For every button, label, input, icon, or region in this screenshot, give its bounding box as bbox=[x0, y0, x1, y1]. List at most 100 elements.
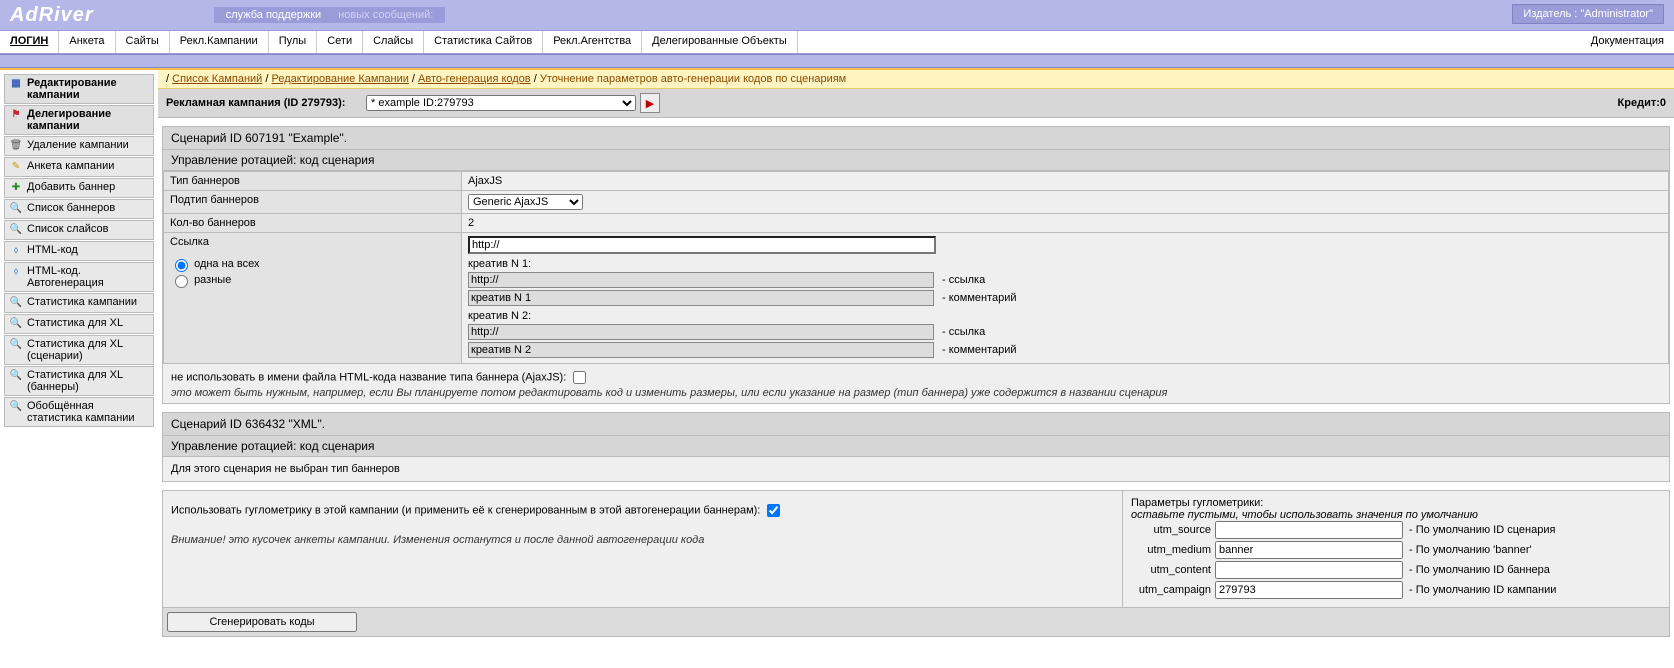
sidebar-item[interactable]: 🔍Статистика для XL bbox=[4, 314, 154, 334]
banner-subtype-select[interactable]: Generic AjaxJS bbox=[468, 194, 583, 210]
sidebar-label: Добавить баннер bbox=[27, 181, 115, 193]
link-one-radio[interactable] bbox=[175, 259, 188, 272]
sidebar-icon: 🔍 bbox=[9, 369, 23, 383]
scenario-2-subtitle: Управление ротацией: код сценария bbox=[163, 436, 1669, 457]
sidebar-item[interactable]: 🗑 Удаление кампании bbox=[4, 136, 154, 156]
campaign-header: Рекламная кампания (ID 279793): * exampl… bbox=[158, 89, 1674, 118]
menu-item[interactable]: Сети bbox=[317, 31, 363, 53]
banner-count-label: Кол-во баннеров bbox=[164, 214, 462, 233]
generate-bar: Сгенерировать коды bbox=[162, 608, 1670, 637]
campaign-select[interactable]: * example ID:279793 bbox=[366, 95, 636, 111]
link-inputs-cell: креатив N 1: - ссылка - комментарий креа… bbox=[462, 233, 1669, 364]
top-bar: AdRiver служба поддержки новых сообщений… bbox=[0, 0, 1674, 30]
menu-item[interactable]: Пулы bbox=[269, 31, 318, 53]
sidebar-item[interactable]: ⬨ HTML-код bbox=[4, 241, 154, 261]
gm-row-label: utm_source bbox=[1131, 524, 1211, 536]
sidebar-icon: 🔍 bbox=[9, 338, 23, 352]
gm-row-input[interactable] bbox=[1215, 521, 1403, 539]
crumb-campaign-list[interactable]: Список Кампаний bbox=[172, 73, 262, 85]
gm-use-checkbox[interactable] bbox=[767, 504, 780, 517]
go-button[interactable]: ▶ bbox=[640, 93, 660, 113]
sidebar-item[interactable]: ⬨HTML-код. Автогенерация bbox=[4, 262, 154, 292]
link-diff-radio-label[interactable]: разные bbox=[170, 274, 231, 286]
banner-type-value: AjaxJS bbox=[462, 172, 1669, 191]
menu-item[interactable]: Сайты bbox=[116, 31, 170, 53]
sidebar-label: HTML-код. Автогенерация bbox=[27, 265, 149, 289]
main-url-input[interactable] bbox=[468, 236, 936, 254]
gm-row-hint: - По умолчанию 'banner' bbox=[1409, 544, 1532, 556]
scenario-1-table: Тип баннеров AjaxJS Подтип баннеров Gene… bbox=[163, 171, 1669, 364]
sidebar-icon: ⬨ bbox=[9, 244, 23, 258]
menu-item[interactable]: Анкета bbox=[59, 31, 115, 53]
scenario-1-subtitle: Управление ротацией: код сценария bbox=[163, 150, 1669, 171]
gm-row: utm_source - По умолчанию ID сценария bbox=[1131, 521, 1661, 539]
omit-type-checkbox[interactable] bbox=[573, 371, 586, 384]
link-one-radio-label[interactable]: одна на всех bbox=[170, 258, 259, 270]
publisher-box[interactable]: Издатель : "Administrator" bbox=[1512, 4, 1664, 24]
sidebar-label: Список баннеров bbox=[27, 202, 115, 214]
gm-warning: Внимание! это кусочек анкеты кампании. И… bbox=[171, 534, 704, 546]
scenario-2-block: Сценарий ID 636432 "XML". Управление рот… bbox=[162, 412, 1670, 482]
menu-item-docs[interactable]: Документация bbox=[1581, 31, 1674, 53]
generate-button[interactable]: Сгенерировать коды bbox=[167, 612, 357, 632]
sidebar-label: HTML-код bbox=[27, 244, 78, 256]
creative-2-comment-input[interactable] bbox=[468, 342, 934, 358]
sidebar-label: Удаление кампании bbox=[27, 139, 129, 151]
sidebar-label: Статистика для XL (баннеры) bbox=[27, 369, 149, 393]
gm-row-hint: - По умолчанию ID сценария bbox=[1409, 524, 1555, 536]
sidebar-item[interactable]: 🔍Список баннеров bbox=[4, 199, 154, 219]
logo: AdRiver bbox=[10, 4, 94, 27]
sidebar-item[interactable]: ✎ Анкета кампании bbox=[4, 157, 154, 177]
gm-row-label: utm_content bbox=[1131, 564, 1211, 576]
sidebar-item[interactable]: 🔍Обобщённая статистика кампании bbox=[4, 397, 154, 427]
scenario-1-footer: не использовать в имени файла HTML-кода … bbox=[163, 364, 1669, 403]
menu-item[interactable]: Рекл.Агентства bbox=[543, 31, 642, 53]
sidebar-icon: 🗑 bbox=[9, 139, 23, 153]
sidebar-item[interactable]: ▦Редактирование кампании bbox=[4, 74, 154, 104]
gm-row-label: utm_medium bbox=[1131, 544, 1211, 556]
creative-2-url-note: - ссылка bbox=[942, 326, 985, 338]
gm-row: utm_content- По умолчанию ID баннера bbox=[1131, 561, 1661, 579]
gm-row-input[interactable] bbox=[1215, 561, 1403, 579]
sidebar-item[interactable]: 🔍Список слайсов bbox=[4, 220, 154, 240]
link-diff-radio[interactable] bbox=[175, 275, 188, 288]
scenario-1-title: Сценарий ID 607191 "Example". bbox=[163, 127, 1669, 150]
gm-row-input[interactable] bbox=[1215, 541, 1403, 559]
menu-item[interactable]: Делегированные Объекты bbox=[642, 31, 798, 53]
omit-type-note: это может быть нужным, например, если Вы… bbox=[171, 387, 1167, 399]
gm-use-label: Использовать гуглометрику в этой кампани… bbox=[171, 504, 760, 516]
banner-type-label: Тип баннеров bbox=[164, 172, 462, 191]
support-label[interactable]: служба поддержки bbox=[226, 9, 321, 21]
banner-subtype-label: Подтип баннеров bbox=[164, 191, 462, 214]
gm-row-input[interactable] bbox=[1215, 581, 1403, 599]
sidebar-item[interactable]: ✚Добавить баннер bbox=[4, 178, 154, 198]
sidebar-icon: 🔍 bbox=[9, 296, 23, 310]
crumb-autogen[interactable]: Авто-генерация кодов bbox=[418, 73, 531, 85]
creative-1-comment-note: - комментарий bbox=[942, 292, 1017, 304]
sidebar-item[interactable]: ⚑Делегирование кампании bbox=[4, 105, 154, 135]
new-messages-label: новых сообщений: bbox=[338, 9, 433, 21]
menu-item[interactable]: ЛОГИН bbox=[0, 31, 59, 53]
creative-1-url-input[interactable] bbox=[468, 272, 934, 288]
creative-1-comment-input[interactable] bbox=[468, 290, 934, 306]
googlemetrics-block: Использовать гуглометрику в этой кампани… bbox=[162, 490, 1670, 608]
creative-2-label: креатив N 2: bbox=[468, 310, 1662, 322]
menu-item[interactable]: Статистика Сайтов bbox=[424, 31, 543, 53]
creative-2-url-input[interactable] bbox=[468, 324, 934, 340]
gm-right: Параметры гуглометрики: оставьте пустыми… bbox=[1122, 491, 1669, 607]
sidebar-icon: ✎ bbox=[9, 160, 23, 174]
sidebar-item[interactable]: 🔍Статистика кампании bbox=[4, 293, 154, 313]
sidebar-label: Анкета кампании bbox=[27, 160, 114, 172]
sidebar-item[interactable]: 🔍 Статистика для XL (баннеры) bbox=[4, 366, 154, 396]
menu-item[interactable]: Слайсы bbox=[363, 31, 424, 53]
sidebar-item[interactable]: 🔍Статистика для XL (сценарии) bbox=[4, 335, 154, 365]
support-box: служба поддержки новых сообщений: bbox=[214, 7, 446, 23]
separator-bar bbox=[0, 54, 1674, 68]
content: / Список Кампаний / Редактирование Кампа… bbox=[158, 68, 1674, 637]
crumb-campaign-edit[interactable]: Редактирование Кампании bbox=[271, 73, 408, 85]
sidebar-icon: 🔍 bbox=[9, 317, 23, 331]
main-menu: ЛОГИНАнкетаСайтыРекл.КампанииПулыСетиСла… bbox=[0, 30, 1674, 54]
gm-params-sub: оставьте пустыми, чтобы использовать зна… bbox=[1131, 509, 1478, 521]
menu-item[interactable]: Рекл.Кампании bbox=[170, 31, 269, 53]
sidebar-label: Обобщённая статистика кампании bbox=[27, 400, 149, 424]
